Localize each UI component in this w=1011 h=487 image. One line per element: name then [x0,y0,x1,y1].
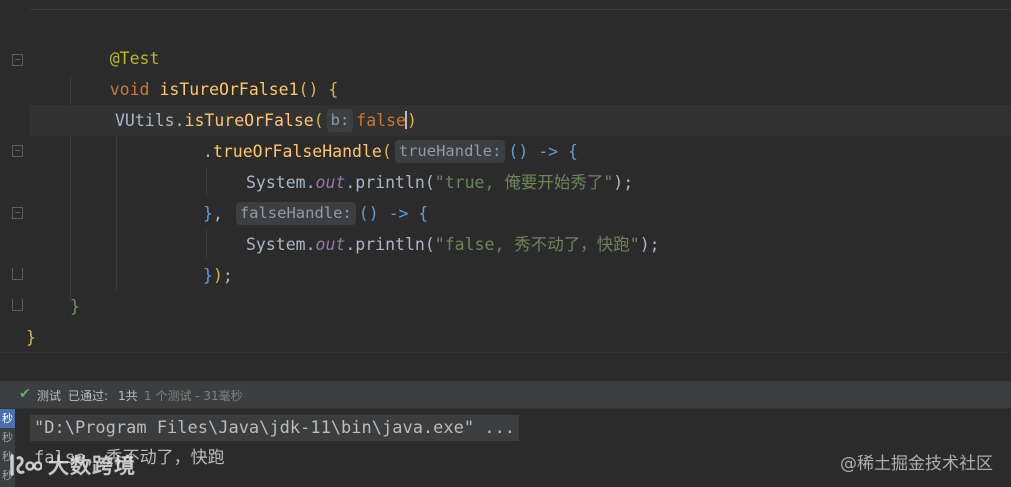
code-line-close-method: } [70,291,80,322]
call-token: isTureOrFalse [184,111,314,130]
passed-count: 1共 [118,389,138,403]
call-token: println [355,235,425,254]
side-tab[interactable]: 秒 [0,428,15,447]
brace-token: } [203,266,213,285]
method-name-token: isTureOrFalse1 [159,80,299,99]
indent-guide [116,136,117,292]
code-line-current[interactable]: VUtils.isTureOrFalse(b: false) [30,105,1011,136]
code-line-method-signature: void isTureOrFalse1() { [70,43,339,99]
code-editor[interactable]: @Test void isTureOrFalse1() { VUtils.isT… [0,0,1011,352]
watermark-right: @稀土掘金技术社区 [840,454,993,474]
call-token: trueOrFalseHandle [212,142,382,161]
call-token: println [355,173,425,192]
param-hint-true-handle: trueHandle: [394,140,506,163]
run-console[interactable]: 秒 秒 秒 秒 "D:\Program Files\Java\jdk-11\bi… [0,409,1011,487]
lambda-token: () -> { [358,204,429,223]
string-token: "false, 秀不动了，快跑" [434,235,640,254]
passed-label: 已通过: [68,389,109,403]
code-line-print-false: System.out.println("false, 秀不动了，快跑"); [246,235,660,254]
editor-bottom-area [0,352,1011,381]
watermark-left: 大数跨境 [8,446,136,484]
param-hint-false-handle: falseHandle: [235,202,356,225]
check-icon: ✔ [19,386,31,402]
lambda-token: () -> { [508,142,578,161]
fold-method-icon[interactable] [12,54,23,66]
brace-token: } [70,297,80,316]
method-separator [30,9,1011,10]
brace-token: } [26,328,36,347]
code-line-print-true: System.out.println("true, 俺要开始秀了"); [246,173,634,192]
code-line-close-class: } [26,322,36,352]
class-token: System [246,173,306,192]
code-line-annotation: @Test [70,12,160,68]
paren-token: () [298,80,319,99]
fold-lambda1-icon[interactable] [12,145,23,157]
code-line-false-handle: }, falseHandle:() -> { [203,202,429,225]
code-line-close-lambda: }); [203,266,233,285]
param-hint-b: b: [326,109,354,132]
test-status-bar: ✔ 测试 已通过: 1共 1 个测试 - 31毫秒 [0,381,1011,409]
watermark-logo-icon [10,454,42,476]
paren-token: ( [313,111,324,130]
fold-end-icon[interactable] [12,268,23,280]
paren-token: ) [212,266,223,285]
paren-token: ) [406,111,417,130]
false-token: false [356,111,406,130]
fold-method-end-icon[interactable] [12,299,23,311]
indent-guide [206,230,207,258]
field-token: out [315,235,346,254]
class-token: System [246,235,306,254]
test-detail: 1 个测试 - 31毫秒 [144,389,243,403]
string-token: "true, 俺要开始秀了" [434,173,614,192]
side-tab[interactable]: 秒 [0,409,15,428]
brace-token: { [328,80,339,99]
console-command-line[interactable]: "D:\Program Files\Java\jdk-11\bin\java.e… [30,415,520,441]
test-label: 测试 [37,389,62,403]
watermark-left-text: 大数跨境 [48,454,136,478]
code-line-handle-call: .trueOrFalseHandle(trueHandle:() -> { [203,140,578,163]
indent-guide [206,168,207,196]
paren-token: ( [381,142,392,161]
brace-token: } [203,204,213,223]
field-token: out [315,173,346,192]
fold-lambda2-icon[interactable] [12,207,23,219]
keyword-token: void [109,80,150,99]
class-token: VUtils [115,111,175,130]
